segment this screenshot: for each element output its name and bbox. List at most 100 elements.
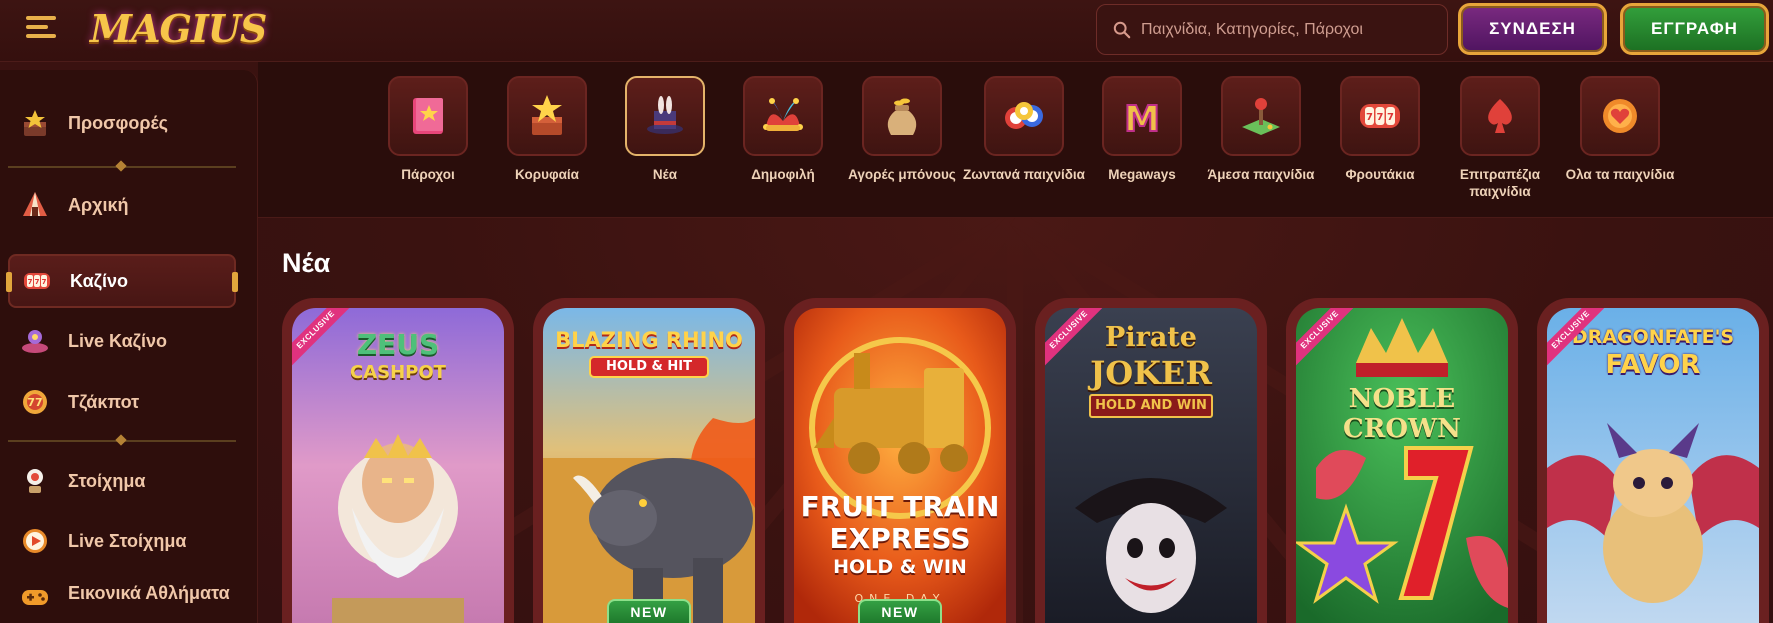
svg-text:7: 7 (1387, 112, 1394, 123)
svg-text:7: 7 (1366, 112, 1373, 123)
game-thumbnail: FRUIT TRAIN EXPRESS HOLD & WIN ONE DAY N… (794, 308, 1006, 623)
game-subtitle: HOLD & HIT (589, 356, 709, 378)
search-icon (1113, 21, 1131, 39)
category-bonus-buys[interactable]: Αγορές μπόνους (840, 76, 964, 183)
category-label: Ζωντανά παιχνίδια (963, 167, 1085, 182)
game-subtitle: HOLD AND WIN (1089, 394, 1213, 418)
register-button[interactable]: ΕΓΓΡΑΦΗ (1620, 3, 1769, 55)
category-tile: 777 (1340, 76, 1420, 156)
sidebar-item-label: Τζάκποτ (68, 391, 140, 412)
sidebar-item-label: Αρχική (68, 194, 129, 215)
search-input[interactable] (1141, 17, 1436, 43)
svg-text:M: M (1124, 99, 1160, 140)
svg-text:77: 77 (27, 396, 42, 409)
game-card-blazing-rhino[interactable]: BLAZING RHINO HOLD & HIT NEW (533, 298, 765, 623)
category-label: Φρουτάκια (1345, 167, 1415, 182)
game-title: FRUIT TRAIN (800, 490, 1000, 523)
category-label: Αγορές μπόνους (848, 167, 956, 182)
sidebar-item-live-betting[interactable]: Live Στοίχημα (8, 514, 236, 568)
category-label: Πάροχοι (401, 167, 455, 182)
game-card-noble-crown[interactable]: NOBLE CROWN EXCLUSIVE (1286, 298, 1518, 623)
live-play-icon (23, 529, 47, 553)
sidebar: Προσφορές Αρχική 777 Καζίνο Live Καζίνο … (0, 70, 258, 623)
sidebar-item-label: Live Καζίνο (68, 330, 167, 351)
sidebar-item-promotions[interactable]: Προσφορές (8, 96, 236, 150)
slot-reels-icon: 777 (1360, 104, 1400, 128)
category-table-games[interactable]: Επιτραπέζια παιχνίδια (1438, 76, 1562, 200)
magic-hat-icon (647, 96, 683, 134)
logo[interactable]: MAGIUS (90, 6, 267, 52)
game-card-dragonfates-favor[interactable]: DRAGONFATE'S FAVOR EXCLUSIVE (1537, 298, 1769, 623)
game-thumbnail: BLAZING RHINO HOLD & HIT NEW (543, 308, 755, 623)
category-tile (1580, 76, 1660, 156)
category-slots[interactable]: 777 Φρουτάκια (1318, 76, 1442, 183)
book-icon (413, 98, 443, 134)
game-thumbnail: Pirate JOKER HOLD AND WIN EXCLUSIVE (1045, 308, 1257, 623)
category-tile (388, 76, 468, 156)
category-new[interactable]: Νέα (603, 76, 727, 183)
sidebar-item-jackpot[interactable]: 77 Τζάκποτ (8, 375, 236, 429)
category-label: Ολα τα παιχνίδια (1565, 167, 1675, 182)
new-badge: NEW (607, 599, 691, 623)
megaways-m-icon: M (1123, 98, 1161, 141)
game-title-line2: FAVOR (1605, 350, 1701, 380)
new-badge: NEW (858, 599, 942, 623)
svg-text:7: 7 (42, 278, 47, 286)
game-card-fruit-train-express[interactable]: FRUIT TRAIN EXPRESS HOLD & WIN ONE DAY N… (784, 298, 1016, 623)
category-megaways[interactable]: M Megaways (1080, 76, 1204, 183)
category-all-games[interactable]: Ολα τα παιχνίδια (1558, 76, 1682, 183)
section-title: Νέα (282, 248, 331, 278)
category-providers[interactable]: Πάροχοι (366, 76, 490, 183)
logo-text: MAGIUS (90, 6, 267, 51)
jester-hat-icon (763, 98, 803, 131)
category-popular[interactable]: Δημοφιλή (721, 76, 845, 183)
category-tile (862, 76, 942, 156)
divider (8, 166, 236, 168)
category-instant-games[interactable]: Άμεσα παιχνίδια (1199, 76, 1323, 183)
game-title-line2: JOKER (1090, 354, 1212, 392)
category-tile (743, 76, 823, 156)
gift-box-icon (24, 110, 46, 136)
game-title-line2: EXPRESS (829, 522, 971, 555)
tent-icon (23, 192, 47, 216)
casino-chips-icon (1005, 102, 1043, 129)
sidebar-item-label: Καζίνο (70, 270, 128, 291)
sidebar-item-betting[interactable]: Στοίχημα (8, 454, 236, 508)
game-thumbnail: DRAGONFATE'S FAVOR EXCLUSIVE (1547, 308, 1759, 623)
category-label: Δημοφιλή (751, 167, 815, 182)
game-card-zeus-cashpot[interactable]: ZEUS CASHPOT EXCLUSIVE (282, 298, 514, 623)
category-tile (984, 76, 1064, 156)
svg-text:7: 7 (1377, 112, 1384, 123)
heart-chip-icon (1603, 99, 1637, 133)
login-button[interactable]: ΣΥΝΔΕΣΗ (1458, 3, 1607, 55)
slot-reels-icon: 777 (24, 273, 50, 289)
game-subtitle: CASHPOT (350, 362, 446, 383)
search-bar[interactable] (1096, 4, 1448, 55)
sidebar-item-label: Στοίχημα (68, 470, 146, 491)
sidebar-item-home[interactable]: Αρχική (8, 178, 236, 232)
category-live-games[interactable]: Ζωντανά παιχνίδια (962, 76, 1086, 183)
game-card-pirate-joker[interactable]: Pirate JOKER HOLD AND WIN EXCLUSIVE (1035, 298, 1267, 623)
category-tile: M (1102, 76, 1182, 156)
category-top[interactable]: Κορυφαία (485, 76, 609, 183)
category-tile (625, 76, 705, 156)
joystick-icon (1242, 98, 1280, 135)
sidebar-item-casino[interactable]: 777 Καζίνο (6, 254, 238, 308)
svg-text:7: 7 (35, 278, 40, 286)
menu-icon[interactable] (26, 14, 60, 40)
live-dealer-icon (22, 330, 48, 353)
game-thumbnail: NOBLE CROWN EXCLUSIVE (1296, 308, 1508, 623)
category-label: Επιτραπέζια παιχνίδια (1459, 167, 1541, 199)
top-bar: MAGIUS ΣΥΝΔΕΣΗ ΕΓΓΡΑΦΗ (0, 0, 1773, 62)
sidebar-item-live-casino[interactable]: Live Καζίνο (8, 314, 236, 368)
category-label: Megaways (1108, 167, 1176, 182)
sidebar-item-virtual-sports[interactable]: Εικονικά Αθλήματα (8, 578, 236, 623)
game-subtitle: HOLD & WIN (833, 556, 967, 578)
category-tile (1221, 76, 1301, 156)
game-title: BLAZING RHINO (555, 328, 743, 352)
game-art (1296, 308, 1508, 623)
gamepad-icon (22, 590, 48, 605)
spade-card-icon (1488, 99, 1512, 133)
category-tile (507, 76, 587, 156)
main-content: Νέα ZEUS CASHPOT EXCLUSIVE BLAZING RHINO… (258, 218, 1773, 623)
